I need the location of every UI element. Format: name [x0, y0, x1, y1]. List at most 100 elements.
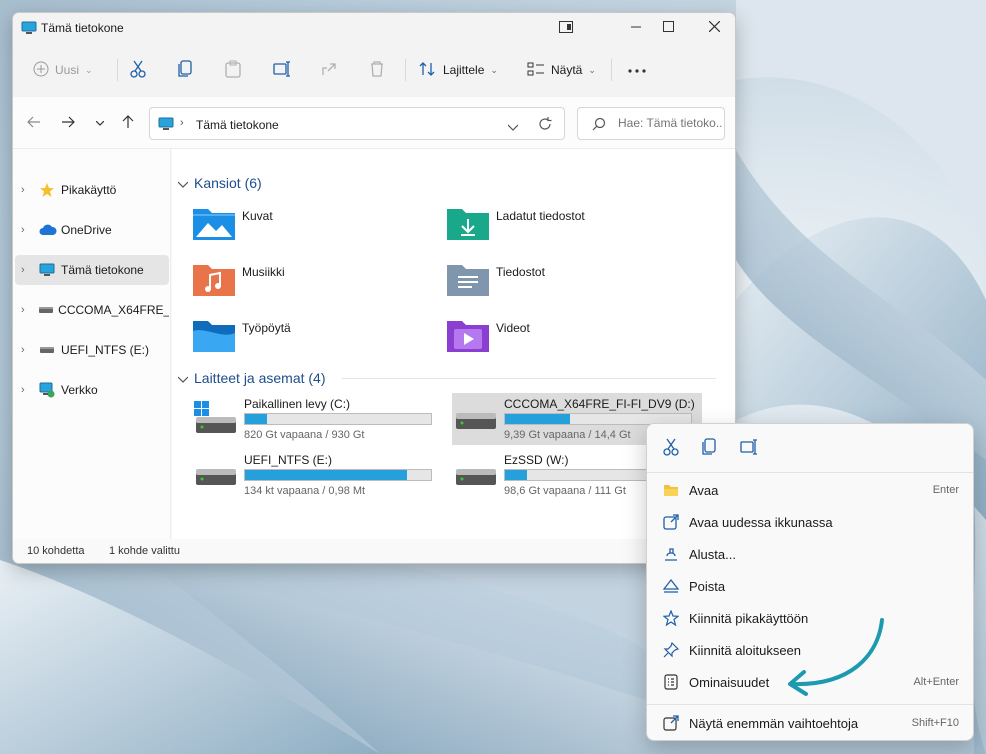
cloud-icon: [39, 224, 61, 236]
up-button[interactable]: [117, 113, 139, 133]
chevron-right-icon[interactable]: ›: [21, 264, 39, 276]
network-icon: [39, 382, 61, 398]
drive-usage-fill: [505, 414, 571, 424]
chevron-down-icon: ⌄: [85, 64, 93, 75]
desktop-folder-icon: [192, 317, 238, 355]
chevron-down-icon[interactable]: [507, 120, 519, 134]
paste-icon: [225, 60, 241, 81]
folder-label: Työpöytä: [242, 321, 291, 335]
folder-item[interactable]: Työpöytä: [192, 317, 291, 361]
chevron-down-icon: ⌄: [490, 64, 498, 75]
share-button[interactable]: [321, 57, 337, 83]
title-bar[interactable]: Tämä tietokone: [13, 13, 735, 43]
paste-button[interactable]: [225, 57, 241, 83]
drive-usage-fill: [505, 470, 528, 480]
menu-item-format[interactable]: Alusta...: [653, 539, 969, 569]
chevron-down-icon: [177, 175, 189, 191]
eject-icon: [653, 578, 689, 594]
close-button[interactable]: [691, 13, 735, 43]
cut-button[interactable]: [129, 57, 147, 83]
chevron-right-icon[interactable]: ›: [21, 384, 39, 396]
address-row: › Tämä tietokone: [13, 97, 735, 149]
folders-group-header[interactable]: Kansiot (6): [177, 175, 262, 191]
drive-usage-bar: [244, 469, 432, 481]
recent-locations-button[interactable]: [89, 113, 111, 133]
snap-layout-button[interactable]: [543, 13, 589, 43]
folder-item[interactable]: Ladatut tiedostot: [446, 205, 585, 249]
chevron-right-icon[interactable]: ›: [21, 304, 38, 316]
scissors-icon: [129, 60, 147, 81]
menu-item-open[interactable]: Avaa Enter: [653, 475, 969, 505]
toolbar-divider: [117, 59, 118, 81]
folder-label: Musiikki: [242, 265, 285, 279]
chevron-right-icon[interactable]: ›: [21, 344, 39, 356]
rename-button[interactable]: [739, 438, 759, 458]
sidebar-item-network[interactable]: › Verkko: [15, 375, 169, 405]
folder-item[interactable]: Tiedostot: [446, 261, 545, 305]
trash-icon: [369, 60, 385, 80]
sidebar-item-uefi[interactable]: › UEFI_NTFS (E:): [15, 335, 169, 365]
more-options-icon: [653, 715, 689, 731]
search-input[interactable]: [618, 116, 722, 130]
minimize-icon: [631, 21, 641, 35]
refresh-icon[interactable]: [538, 117, 552, 134]
selection-count: 1 kohde valittu: [109, 545, 180, 557]
menu-divider: [647, 704, 973, 705]
menu-item-open-new-window[interactable]: Avaa uudessa ikkunassa: [653, 507, 969, 537]
music-folder-icon: [192, 261, 238, 299]
sidebar-item-onedrive[interactable]: › OneDrive: [15, 215, 169, 245]
sidebar-item-label: Verkko: [61, 383, 98, 397]
new-window-icon: [653, 514, 689, 530]
monitor-icon: [39, 263, 61, 277]
sidebar-item-quick-access[interactable]: › Pikakäyttö: [15, 175, 169, 205]
delete-button[interactable]: [369, 57, 385, 83]
drive-usage-fill: [245, 470, 407, 480]
windows-drive-icon: [194, 401, 238, 438]
address-bar[interactable]: › Tämä tietokone: [149, 107, 565, 140]
format-icon: [653, 546, 689, 562]
copy-button[interactable]: [177, 57, 193, 83]
back-button[interactable]: [23, 113, 45, 133]
sidebar-item-label: OneDrive: [61, 223, 112, 237]
maximize-icon: [662, 21, 674, 35]
sidebar-item-this-pc[interactable]: › Tämä tietokone: [15, 255, 169, 285]
folder-label: Ladatut tiedostot: [496, 209, 585, 223]
menu-divider: [647, 472, 973, 473]
folder-item[interactable]: Kuvat: [192, 205, 273, 249]
sort-button[interactable]: Lajittele ⌄: [419, 57, 498, 83]
chevron-right-icon[interactable]: ›: [21, 224, 39, 236]
drives-group-header[interactable]: Laitteet ja asemat (4): [177, 370, 326, 386]
drive-usage-fill: [245, 414, 268, 424]
drive-item[interactable]: UEFI_NTFS (E:) 134 kt vapaana / 0,98 Mt: [192, 449, 442, 501]
share-icon: [321, 61, 337, 80]
rename-button[interactable]: [273, 57, 291, 83]
divider: [342, 378, 716, 379]
copy-button[interactable]: [699, 437, 719, 458]
menu-item-shortcut: Alt+Enter: [913, 676, 959, 688]
cut-button[interactable]: [661, 438, 681, 458]
status-bar: 10 kohdetta 1 kohde valittu: [13, 539, 735, 563]
breadcrumb[interactable]: Tämä tietokone: [196, 118, 279, 132]
maximize-button[interactable]: [645, 13, 691, 43]
star-outline-icon: [653, 610, 689, 626]
view-button[interactable]: Näytä ⌄: [527, 57, 596, 83]
chevron-right-icon[interactable]: ›: [21, 184, 39, 196]
downloads-folder-icon: [446, 205, 492, 243]
documents-folder-icon: [446, 261, 492, 299]
menu-item-label: Ominaisuudet: [689, 674, 770, 690]
search-box[interactable]: [577, 107, 725, 140]
window-title: Tämä tietokone: [41, 21, 124, 35]
drive-name: EzSSD (W:): [504, 453, 569, 467]
folder-item[interactable]: Musiikki: [192, 261, 285, 305]
menu-item-show-more-options[interactable]: Näytä enemmän vaihtoehtoja Shift+F10: [653, 708, 969, 738]
drive-item[interactable]: Paikallinen levy (C:) 820 Gt vapaana / 9…: [192, 393, 442, 445]
folder-label: Kuvat: [242, 209, 273, 223]
menu-item-label: Avaa: [689, 482, 719, 498]
new-button[interactable]: Uusi ⌄: [33, 57, 93, 83]
sidebar-item-cccoma[interactable]: › CCCOMA_X64FRE_F: [15, 295, 169, 325]
menu-item-eject[interactable]: Poista: [653, 571, 969, 601]
file-explorer-window: Tämä tietokone Uusi ⌄ Lajittele ⌄ Näytä …: [12, 12, 736, 564]
folder-item[interactable]: Videot: [446, 317, 530, 361]
more-options-button[interactable]: [627, 57, 647, 83]
forward-button[interactable]: [57, 113, 79, 133]
